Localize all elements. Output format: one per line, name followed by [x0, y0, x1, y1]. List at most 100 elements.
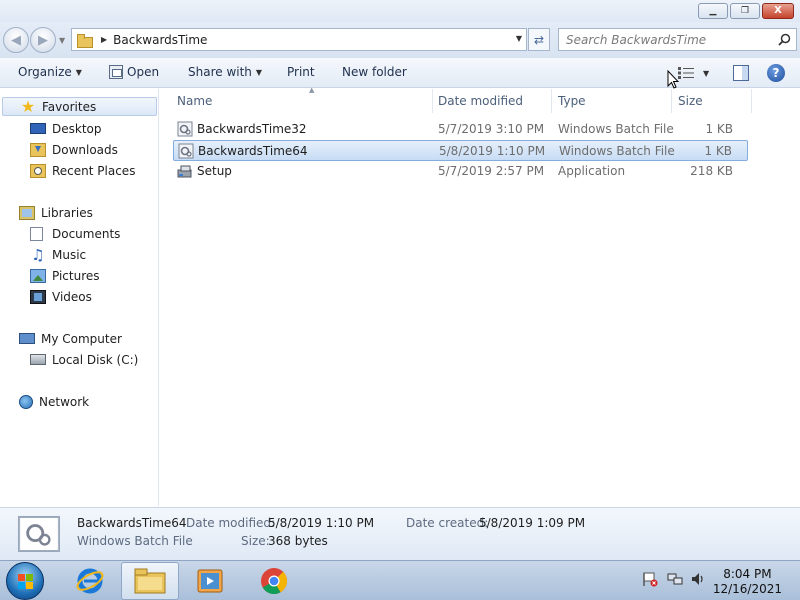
start-button[interactable] — [6, 562, 44, 600]
batch-file-large-icon — [18, 516, 60, 552]
media-player-icon — [197, 569, 223, 593]
sidebar-item-music[interactable]: ♫ Music — [30, 245, 86, 264]
search-icon[interactable] — [778, 33, 791, 46]
sidebar-item-downloads[interactable]: Downloads — [30, 140, 118, 159]
print-button[interactable]: Print — [287, 65, 315, 79]
file-date-modified: 5/7/2019 2:57 PM — [438, 164, 545, 178]
clock-time: 8:04 PM — [723, 567, 772, 581]
preview-pane-icon[interactable] — [733, 65, 749, 81]
help-icon[interactable]: ? — [767, 64, 785, 82]
title-bar: ▁ ❐ X — [0, 0, 800, 22]
refresh-button[interactable]: ⇄ — [528, 28, 550, 51]
system-clock[interactable]: 8:04 PM 12/16/2021 — [713, 567, 782, 597]
clock-date: 12/16/2021 — [712, 582, 782, 596]
sidebar-item-pictures[interactable]: Pictures — [30, 266, 100, 285]
open-icon — [109, 65, 123, 79]
file-list: Name ▲ Date modified Type Size Backwards… — [160, 86, 800, 506]
taskbar-media-player[interactable] — [181, 562, 239, 600]
sidebar-item-label: Videos — [52, 289, 92, 304]
sidebar-item-label: Downloads — [52, 142, 118, 157]
taskbar-chrome[interactable] — [245, 562, 303, 600]
sidebar-item-label: Pictures — [52, 268, 100, 283]
volume-icon[interactable] — [690, 571, 706, 587]
open-button[interactable]: Open — [109, 65, 159, 79]
sidebar-item-desktop[interactable]: Desktop — [30, 119, 102, 138]
chevron-down-icon: ▼ — [75, 67, 82, 77]
batch-file-icon — [178, 143, 194, 159]
sidebar-item-label: Music — [52, 247, 87, 262]
sidebar-item-label: Favorites — [42, 99, 97, 114]
sidebar-item-recent-places[interactable]: Recent Places — [30, 161, 135, 180]
column-header-name[interactable]: Name ▲ — [171, 86, 431, 113]
file-type: Windows Batch File — [559, 144, 675, 158]
recent-pages-dropdown-icon[interactable]: ▼ — [59, 36, 65, 45]
recent-places-icon — [30, 163, 46, 178]
file-size: 218 KB — [690, 164, 733, 178]
minimize-icon: ▁ — [709, 5, 717, 16]
column-header-type[interactable]: Type — [552, 89, 670, 113]
details-date-created-label: Date created: — [406, 516, 489, 530]
pictures-icon — [30, 268, 46, 283]
sidebar-item-libraries[interactable]: Libraries — [19, 203, 93, 222]
file-date-modified: 5/7/2019 3:10 PM — [438, 122, 545, 136]
sidebar-item-my-computer[interactable]: My Computer — [19, 329, 122, 348]
details-size-label: Size: — [241, 534, 270, 548]
back-button[interactable]: ◀ — [3, 27, 29, 53]
search-input[interactable] — [566, 32, 766, 47]
downloads-folder-icon — [30, 142, 46, 157]
sidebar-item-videos[interactable]: Videos — [30, 287, 92, 306]
column-header-label: Name — [177, 94, 213, 108]
forward-arrow-icon: ▶ — [38, 32, 48, 48]
sidebar-item-favorites[interactable]: ★ Favorites — [2, 97, 157, 116]
organize-menu[interactable]: Organize ▼ — [18, 65, 82, 79]
file-name: Setup — [197, 164, 232, 178]
file-name: BackwardsTime64 — [198, 144, 308, 158]
action-center-flag-icon[interactable] — [642, 571, 658, 587]
file-size: 1 KB — [705, 122, 733, 136]
column-header-label: Size — [678, 94, 703, 108]
column-divider[interactable] — [751, 89, 752, 113]
file-row-selected[interactable]: BackwardsTime64 5/8/2019 1:10 PM Windows… — [173, 140, 748, 161]
sidebar-item-label: Recent Places — [52, 163, 136, 178]
documents-icon — [30, 226, 43, 241]
breadcrumb-chevron-icon[interactable]: ▶ — [101, 35, 107, 44]
maximize-button[interactable]: ❐ — [730, 3, 760, 19]
network-icon — [19, 394, 33, 409]
change-view-icon[interactable] — [678, 67, 694, 79]
print-label: Print — [287, 65, 315, 79]
address-dropdown-icon[interactable]: ▼ — [516, 34, 522, 43]
file-name: BackwardsTime32 — [197, 122, 307, 136]
taskbar-internet-explorer[interactable] — [61, 562, 119, 600]
navigation-pane: ★ Favorites Desktop Downloads Recent Pla… — [0, 89, 159, 506]
views-dropdown-icon[interactable]: ▼ — [703, 69, 709, 78]
sidebar-item-local-disk[interactable]: Local Disk (C:) — [30, 350, 138, 369]
taskbar: 8:04 PM 12/16/2021 — [0, 560, 800, 600]
address-bar[interactable]: ▶ BackwardsTime ▼ — [71, 28, 527, 51]
network-tray-icon[interactable] — [667, 571, 683, 587]
column-header-date-modified[interactable]: Date modified — [432, 89, 550, 113]
videos-icon — [30, 289, 46, 304]
close-button[interactable]: X — [762, 3, 794, 19]
sidebar-item-label: Desktop — [52, 121, 102, 136]
chrome-icon — [261, 568, 288, 595]
sidebar-item-network[interactable]: Network — [19, 392, 89, 411]
sidebar-item-label: Local Disk (C:) — [52, 352, 139, 367]
share-with-menu[interactable]: Share with ▼ — [188, 65, 262, 79]
breadcrumb-current-folder[interactable]: BackwardsTime — [113, 33, 207, 47]
forward-button[interactable]: ▶ — [30, 27, 56, 53]
new-folder-button[interactable]: New folder — [342, 65, 407, 79]
chevron-down-icon: ▼ — [255, 67, 263, 77]
file-row[interactable]: Setup 5/7/2019 2:57 PM Application 218 K… — [173, 161, 748, 182]
file-row[interactable]: BackwardsTime32 5/7/2019 3:10 PM Windows… — [173, 119, 748, 140]
sidebar-item-label: Documents — [52, 226, 121, 241]
hard-disk-icon — [30, 354, 46, 365]
close-icon: X — [774, 5, 782, 16]
new-folder-label: New folder — [342, 65, 407, 79]
details-pane: BackwardsTime64 Windows Batch File Date … — [0, 507, 800, 560]
sidebar-item-documents[interactable]: Documents — [30, 224, 120, 243]
column-header-size[interactable]: Size — [672, 89, 752, 113]
taskbar-windows-explorer[interactable] — [121, 562, 179, 600]
libraries-icon — [19, 205, 35, 220]
column-header-label: Type — [558, 94, 586, 108]
minimize-button[interactable]: ▁ — [698, 3, 728, 19]
